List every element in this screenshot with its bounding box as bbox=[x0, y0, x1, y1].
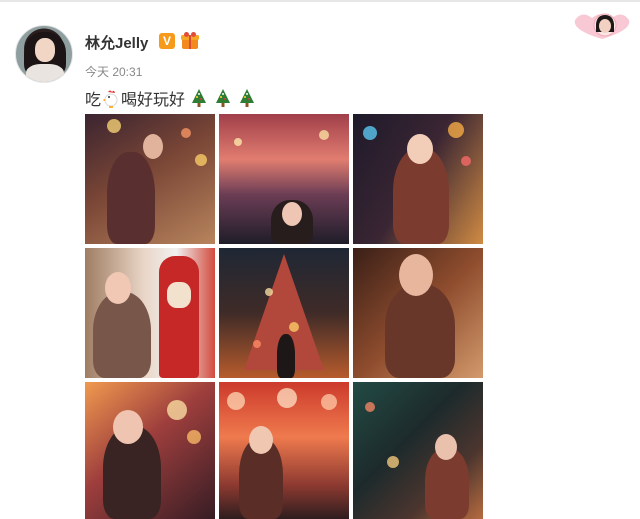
rooster-emoji-icon bbox=[102, 90, 118, 108]
verified-badge[interactable]: V bbox=[159, 33, 175, 49]
photo-9[interactable] bbox=[353, 382, 483, 519]
christmas-tree-emoji-icon bbox=[216, 89, 231, 107]
photo-grid bbox=[85, 114, 485, 519]
post-text-part-2: 喝好玩好 bbox=[121, 92, 186, 109]
gift-badge-icon[interactable] bbox=[180, 31, 200, 50]
photo-2[interactable] bbox=[219, 114, 349, 244]
photo-1[interactable] bbox=[85, 114, 215, 244]
top-divider bbox=[0, 0, 640, 2]
post-text-part-1: 吃 bbox=[85, 92, 102, 109]
photo-6[interactable] bbox=[353, 248, 483, 378]
avatar-body bbox=[26, 64, 64, 82]
photo-7[interactable] bbox=[85, 382, 215, 519]
photo-3[interactable] bbox=[353, 114, 483, 244]
christmas-tree-emoji-icon bbox=[240, 89, 255, 107]
christmas-tree-emoji-icon bbox=[192, 89, 207, 107]
photo-5[interactable] bbox=[219, 248, 349, 378]
post-text: 吃 喝好玩好 bbox=[85, 86, 257, 110]
photo-4[interactable] bbox=[85, 248, 215, 378]
author-name[interactable]: 林允Jelly bbox=[85, 32, 148, 53]
user-avatar[interactable] bbox=[15, 25, 73, 83]
post-timestamp[interactable]: 今天 20:31 bbox=[85, 63, 142, 80]
heart-avatar-icon[interactable] bbox=[572, 10, 632, 40]
photo-8[interactable] bbox=[219, 382, 349, 519]
avatar-face bbox=[35, 38, 55, 62]
